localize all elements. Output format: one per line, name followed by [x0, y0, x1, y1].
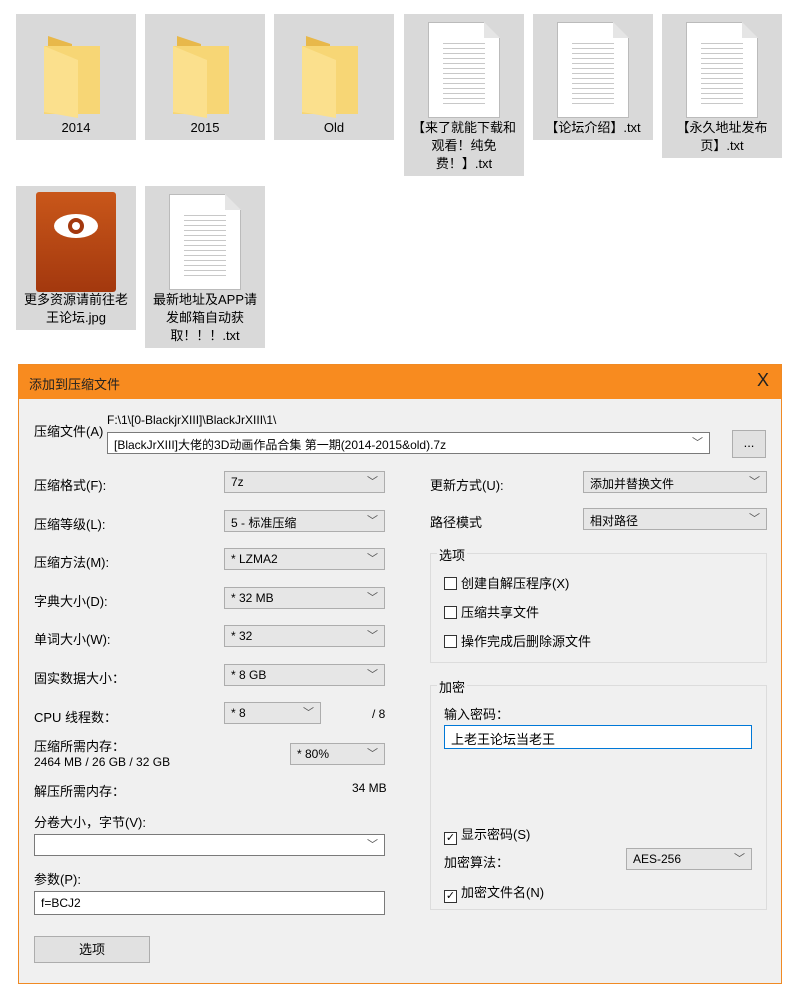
delete-checkbox[interactable]: 操作完成后删除源文件 — [444, 631, 591, 650]
file-item[interactable]: 2014 — [16, 14, 136, 140]
method-select[interactable]: * LZMA2 ﹀ — [224, 548, 385, 570]
path-select[interactable]: 相对路径 ﹀ — [583, 508, 767, 530]
shared-checkbox[interactable]: 压缩共享文件 — [444, 602, 539, 621]
word-select[interactable]: * 32 ﹀ — [224, 625, 385, 647]
file-item[interactable]: 最新地址及APP请发邮箱自动获取！！！.txt — [145, 186, 265, 348]
folder-icon — [173, 36, 229, 118]
chevron-down-icon: ﹀ — [367, 748, 378, 760]
archive-name-combo[interactable]: [BlackJrXIII]大佬的3D动画作品合集 第一期(2014-2015&o… — [107, 432, 710, 454]
dict-select[interactable]: * 32 MB ﹀ — [224, 587, 385, 609]
chevron-down-icon: ﹀ — [367, 553, 378, 565]
chevron-down-icon: ﹀ — [749, 476, 760, 488]
solid-label: 固实数据大小： — [34, 671, 126, 686]
text-file-icon — [169, 194, 241, 290]
encrypt-names-checkbox[interactable]: ✓ 加密文件名(N) — [444, 882, 544, 903]
dmem-label: 解压所需内存： — [34, 784, 126, 799]
checkbox-box[interactable] — [444, 606, 457, 619]
checkbox-box[interactable] — [444, 635, 457, 648]
cpu-max: / 8 — [372, 707, 386, 721]
file-name: 最新地址及APP请发邮箱自动获取！！！.txt — [152, 292, 257, 343]
checkbox-box[interactable]: ✓ — [444, 832, 457, 845]
file-item[interactable]: 【来了就能下载和观看！纯免费！】.txt — [404, 14, 524, 176]
dmem-value: 34 MB — [352, 781, 387, 795]
file-item[interactable]: JPG更多资源请前往老王论坛.jpg — [16, 186, 172, 330]
chevron-down-icon: ﹀ — [692, 437, 703, 449]
text-file-icon — [686, 22, 758, 118]
password-input[interactable]: 上老王论坛当老王 — [444, 725, 752, 749]
browse-button[interactable]: ... — [732, 430, 766, 458]
file-name: 【来了就能下载和观看！纯免费！】.txt — [411, 120, 516, 171]
solid-select[interactable]: * 8 GB ﹀ — [224, 664, 385, 686]
update-select[interactable]: 添加并替换文件 ﹀ — [583, 471, 767, 493]
params-label: 参数(P): — [34, 872, 81, 887]
mem-label: 压缩所需内存： — [34, 739, 126, 754]
text-file-icon — [428, 22, 500, 118]
file-item[interactable]: 2015 — [145, 14, 265, 140]
mem-pct-select[interactable]: * 80% ﹀ — [290, 743, 385, 765]
level-select[interactable]: 5 - 标准压缩 ﹀ — [224, 510, 385, 532]
format-label: 压缩格式(F): — [34, 478, 107, 493]
split-combo[interactable]: ﹀ — [34, 834, 385, 856]
chevron-down-icon: ﹀ — [367, 592, 378, 604]
file-name: 【永久地址发布页】.txt — [676, 120, 768, 153]
text-file-icon — [557, 22, 629, 118]
mem-value: 2464 MB / 26 GB / 32 GB — [34, 755, 171, 769]
file-item[interactable]: 【论坛介绍】.txt — [533, 14, 653, 140]
file-name: 更多资源请前往老王论坛.jpg — [23, 292, 128, 325]
cpu-label: CPU 线程数： — [34, 710, 118, 725]
update-label: 更新方式(U): — [430, 478, 504, 493]
chevron-down-icon: ﹀ — [367, 839, 378, 851]
options-group-label: 选项 — [437, 545, 468, 564]
format-select[interactable]: 7z ﹀ — [224, 471, 385, 493]
params-input[interactable]: f=BCJ2 — [34, 891, 385, 915]
cpu-select[interactable]: * 8 ﹀ — [224, 702, 321, 724]
method-label: 压缩方法(M): — [34, 555, 110, 570]
encryption-group-label: 加密 — [437, 677, 468, 696]
enc-alg-select[interactable]: AES-256 ﹀ — [626, 848, 752, 870]
archive-path: F:\1\[0-BlackjrXIII]\BlackJrXIII\1\ — [107, 413, 277, 427]
options-button[interactable]: 选项 — [34, 936, 150, 963]
show-password-checkbox[interactable]: ✓ 显示密码(S) — [444, 824, 530, 845]
close-button[interactable]: X — [757, 370, 769, 391]
folder-icon — [44, 36, 100, 118]
chevron-down-icon: ﹀ — [734, 853, 745, 865]
checkbox-box[interactable] — [444, 577, 457, 590]
level-label: 压缩等级(L): — [34, 517, 106, 532]
file-item[interactable]: Old — [274, 14, 394, 140]
title-bar: 添加到压缩文件 X — [19, 365, 781, 399]
chevron-down-icon: ﹀ — [367, 515, 378, 527]
file-name: 2014 — [61, 120, 91, 135]
folder-icon — [302, 36, 358, 118]
sfx-checkbox[interactable]: 创建自解压程序(X) — [444, 573, 569, 592]
chevron-down-icon: ﹀ — [367, 630, 378, 642]
word-label: 单词大小(W): — [34, 632, 111, 647]
chevron-down-icon: ﹀ — [367, 669, 378, 681]
image-file-icon: JPG — [36, 192, 172, 292]
file-name: 【论坛介绍】.txt — [545, 120, 641, 135]
split-label: 分卷大小，字节(V): — [34, 815, 146, 830]
chevron-down-icon: ﹀ — [749, 513, 760, 525]
dict-label: 字典大小(D): — [34, 594, 108, 609]
file-item[interactable]: 【永久地址发布页】.txt — [662, 14, 782, 158]
chevron-down-icon: ﹀ — [303, 707, 314, 719]
password-label: 输入密码： — [444, 707, 510, 722]
archive-label: 压缩文件(A) — [34, 424, 104, 439]
file-name: Old — [323, 120, 345, 135]
path-label: 路径模式 — [430, 515, 483, 530]
file-name: 2015 — [190, 120, 220, 135]
checkbox-box[interactable]: ✓ — [444, 890, 457, 903]
dialog-title: 添加到压缩文件 — [29, 377, 121, 392]
chevron-down-icon: ﹀ — [367, 476, 378, 488]
add-to-archive-dialog: 添加到压缩文件 X 压缩文件(A) F:\1\[0-BlackjrXIII]\Bl… — [18, 364, 782, 984]
enc-alg-label: 加密算法： — [444, 855, 510, 870]
